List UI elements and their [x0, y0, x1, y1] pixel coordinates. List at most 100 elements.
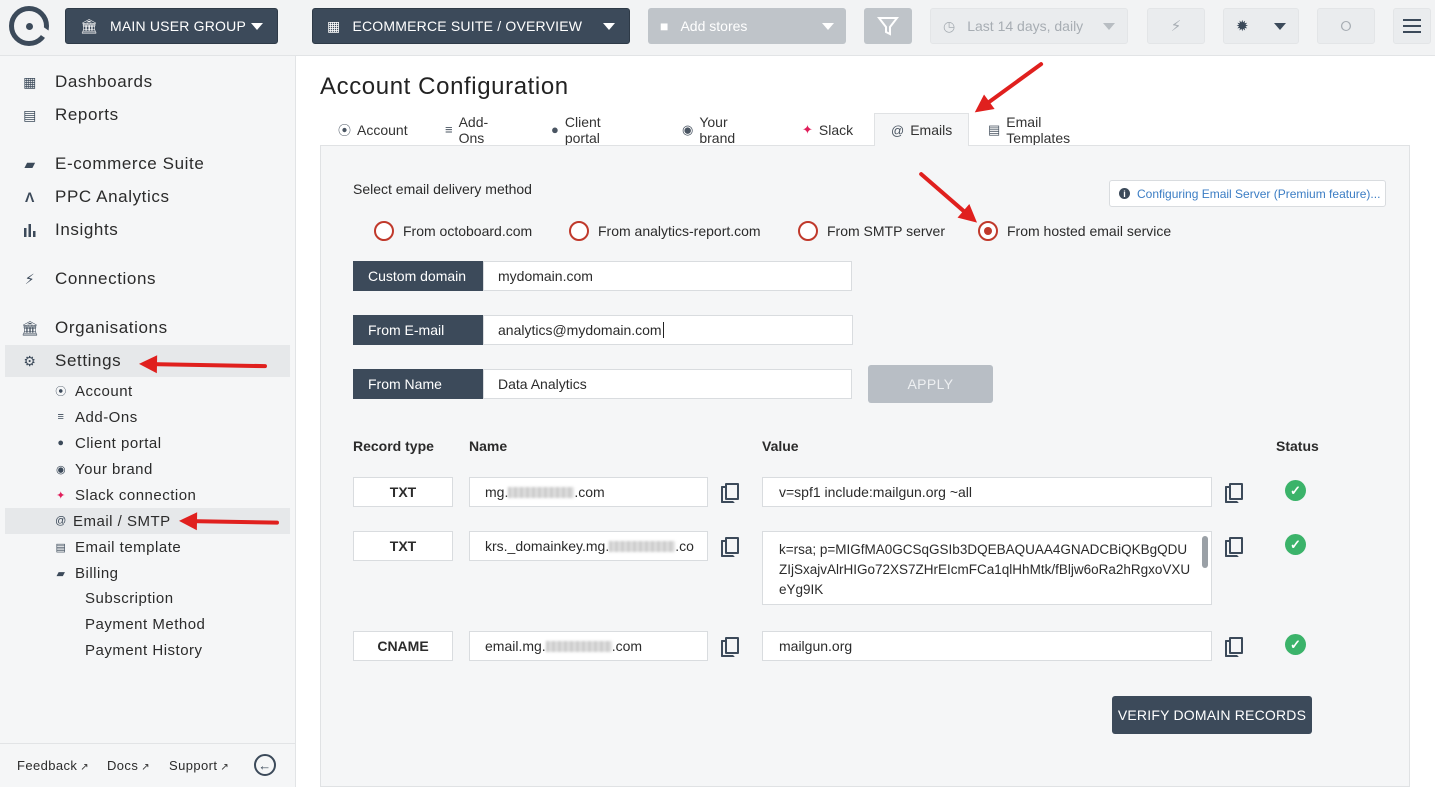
slack-icon: ✦: [802, 121, 813, 137]
at-sign-icon: @: [891, 122, 905, 138]
tab-email-templates[interactable]: ▤ Email Templates: [988, 113, 1070, 146]
feedback-link[interactable]: Feedback ↗: [17, 758, 89, 773]
sidebar-subitem-slack-connection[interactable]: ✦ Slack connection: [0, 482, 290, 508]
sidebar-subitem-payment-history[interactable]: Payment History: [0, 637, 290, 663]
user-group-dropdown[interactable]: 🏛︎ MAIN USER GROUP: [65, 8, 278, 44]
tab-add-ons[interactable]: ≡ Add-Ons: [445, 113, 488, 146]
from-name-input[interactable]: Data Analytics: [483, 369, 852, 399]
clock-icon: ◷: [943, 17, 956, 34]
tab-account[interactable]: ⦿ Account: [338, 113, 408, 146]
at-sign-icon: @: [55, 515, 67, 527]
radio-circle[interactable]: [978, 221, 998, 241]
sidebar-subitem-label: Add-Ons: [75, 408, 138, 426]
account-icon: ⦿: [55, 386, 67, 398]
share-button[interactable]: ⭘: [1317, 8, 1375, 44]
radio-circle[interactable]: [569, 221, 589, 241]
copy-icon[interactable]: [1225, 537, 1243, 557]
tab-emails[interactable]: @ Emails: [874, 113, 970, 146]
tab-your-brand[interactable]: ◉ Your brand: [682, 113, 735, 146]
radio-octoboard[interactable]: From octoboard.com: [374, 221, 532, 241]
tab-client-portal[interactable]: ● Client portal: [551, 113, 601, 146]
arrow-left-icon: ←: [258, 757, 272, 773]
octoboard-logo[interactable]: [9, 6, 53, 46]
sidebar-subitem-email-template[interactable]: ▤ Email template: [0, 534, 290, 560]
radio-circle[interactable]: [798, 221, 818, 241]
email-server-info-link[interactable]: i Configuring Email Server (Premium feat…: [1109, 180, 1386, 207]
bank-icon: 🏛︎: [20, 319, 40, 336]
header-name: Name: [469, 438, 508, 454]
plug-icon: ⚡︎: [24, 270, 36, 287]
custom-domain-input[interactable]: mydomain.com: [483, 261, 852, 291]
delivery-method-label: Select email delivery method: [353, 181, 532, 197]
record-value-text: k=rsa; p=MIGfMA0GCSqGSIb3DQEBAQUAA4GNADC…: [779, 542, 1191, 597]
chevron-down-icon: [603, 22, 615, 30]
copy-icon[interactable]: [1225, 637, 1243, 657]
sidebar-item-reports[interactable]: ▤ Reports: [0, 99, 290, 131]
radio-label: From analytics-report.com: [598, 223, 761, 239]
sidebar-subitem-label: Slack connection: [75, 486, 197, 504]
radio-label: From hosted email service: [1007, 223, 1172, 239]
record-value-textarea[interactable]: k=rsa; p=MIGfMA0GCSqGSIb3DQEBAQUAA4GNADC…: [762, 531, 1212, 605]
copy-icon[interactable]: [721, 483, 739, 503]
sidebar-item-connections[interactable]: ⚡︎ Connections: [0, 263, 290, 295]
sidebar-item-ppc-analytics[interactable]: Λ PPC Analytics: [0, 181, 290, 213]
sidebar-item-dashboards[interactable]: ▦ Dashboards: [0, 66, 290, 98]
record-type-cell: TXT: [353, 531, 453, 561]
header-value: Value: [762, 438, 799, 454]
scrollbar-thumb[interactable]: [1202, 536, 1208, 568]
theme-dropdown[interactable]: ✹: [1223, 8, 1299, 44]
copy-icon[interactable]: [1225, 483, 1243, 503]
custom-domain-row: Custom domain mydomain.com: [353, 261, 852, 291]
brand-icon: ◉: [682, 121, 694, 137]
sidebar-item-ecommerce-suite[interactable]: ▰ E-commerce Suite: [0, 148, 290, 180]
collapse-sidebar-button[interactable]: ←: [254, 754, 276, 776]
record-value-cell[interactable]: v=spf1 include:mailgun.org ~all: [762, 477, 1212, 507]
sidebar-subitem-label: Email template: [75, 538, 182, 556]
record-name-suffix: .com: [611, 638, 643, 654]
external-link-icon: ↗: [141, 762, 150, 773]
filter-button[interactable]: [864, 8, 912, 44]
sidebar-subitem-account[interactable]: ⦿ Account: [0, 378, 290, 404]
sidebar-subitem-payment-method[interactable]: Payment Method: [0, 611, 290, 637]
sidebar-subitem-subscription[interactable]: Subscription: [0, 585, 290, 611]
sidebar-subitem-your-brand[interactable]: ◉ Your brand: [0, 456, 290, 482]
support-link[interactable]: Support ↗: [169, 758, 229, 773]
apply-button[interactable]: APPLY: [868, 365, 993, 403]
sliders-icon: ≡: [57, 411, 65, 423]
bag-icon: ▰: [56, 567, 66, 580]
record-name-cell[interactable]: email.mg. .com: [469, 631, 708, 661]
slack-icon: ✦: [56, 489, 66, 502]
radio-circle[interactable]: [374, 221, 394, 241]
sidebar-item-label: Insights: [55, 220, 119, 239]
docs-label: Docs: [107, 758, 139, 773]
tab-label: Slack: [818, 121, 854, 138]
menu-button[interactable]: [1393, 8, 1431, 44]
sidebar-subitem-client-portal[interactable]: ● Client portal: [0, 430, 290, 456]
date-range-dropdown[interactable]: ◷ Last 14 days, daily: [930, 8, 1128, 44]
copy-icon[interactable]: [721, 637, 739, 657]
dashboard-icon: ▦: [327, 17, 341, 34]
clipboard-icon: ▤: [55, 541, 67, 554]
record-value-cell[interactable]: mailgun.org: [762, 631, 1212, 661]
from-email-input[interactable]: analytics@mydomain.com: [483, 315, 853, 345]
sidebar-subitem-add-ons[interactable]: ≡ Add-Ons: [0, 404, 290, 430]
dashboard-dropdown[interactable]: ▦ ECOMMERCE SUITE / OVERVIEW: [312, 8, 630, 44]
add-stores-dropdown[interactable]: ■ Add stores: [648, 8, 846, 44]
verify-domain-records-button[interactable]: VERIFY DOMAIN RECORDS: [1112, 696, 1312, 734]
sidebar-subitem-billing[interactable]: ▰ Billing: [0, 560, 290, 586]
redacted-text: [508, 486, 575, 498]
sidebar-item-label: E-commerce Suite: [55, 154, 205, 173]
connections-button[interactable]: ⚡︎: [1147, 8, 1205, 44]
record-name-cell[interactable]: mg. .com: [469, 477, 708, 507]
record-name-prefix: mg.: [485, 484, 509, 500]
record-name-cell[interactable]: krs._domainkey.mg. .co: [469, 531, 708, 561]
radio-hosted-email-service[interactable]: From hosted email service: [978, 221, 1171, 241]
radio-analytics-report[interactable]: From analytics-report.com: [569, 221, 761, 241]
tab-slack[interactable]: ✦ Slack: [802, 113, 853, 146]
date-range-label: Last 14 days, daily: [967, 18, 1084, 34]
radio-smtp-server[interactable]: From SMTP server: [798, 221, 945, 241]
copy-icon[interactable]: [721, 537, 739, 557]
sidebar-item-organisations[interactable]: 🏛︎ Organisations: [0, 312, 290, 344]
sidebar-item-insights[interactable]: Insights: [0, 214, 290, 246]
docs-link[interactable]: Docs ↗: [107, 758, 150, 773]
